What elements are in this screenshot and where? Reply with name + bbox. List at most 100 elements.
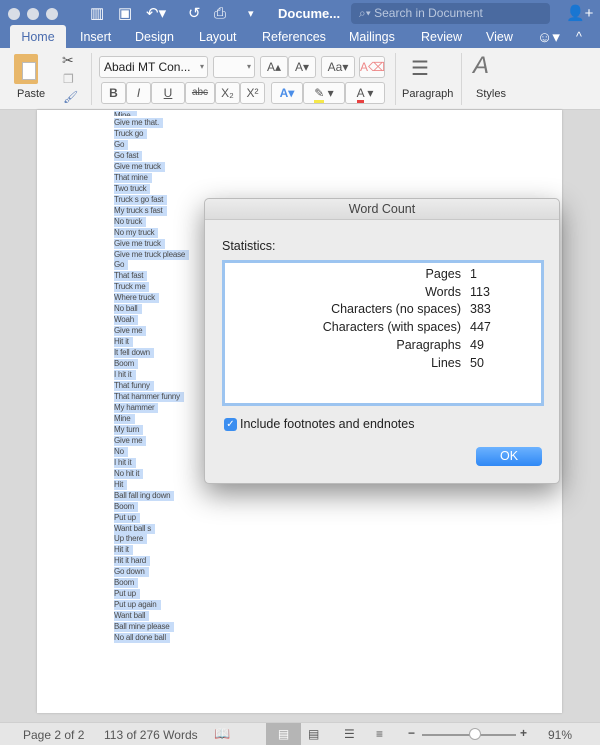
partial-line: Mine.	[114, 111, 137, 116]
underline-button[interactable]: U	[151, 82, 185, 104]
document-line: Put up	[114, 589, 140, 600]
tab-references[interactable]: References	[262, 30, 326, 44]
grow-font-button[interactable]: A▴	[260, 56, 288, 78]
minimize-window-button[interactable]	[27, 8, 39, 20]
save-icon[interactable]: ▣	[118, 5, 132, 23]
document-line: Give me that.	[114, 118, 163, 128]
include-footnotes-label[interactable]: Include footnotes and endnotes	[240, 417, 414, 431]
document-line: I hit it	[114, 370, 136, 381]
stat-label: Pages	[425, 267, 461, 281]
ok-button[interactable]: OK	[476, 447, 542, 466]
stat-value: 50	[470, 355, 484, 370]
search-input[interactable]: ⌕▾ Search in Document	[351, 3, 550, 24]
page-indicator[interactable]: Page 2 of 2	[23, 728, 84, 742]
italic-button[interactable]: I	[126, 82, 151, 104]
close-window-button[interactable]	[8, 8, 20, 20]
tab-design[interactable]: Design	[135, 30, 174, 44]
web-layout-view-icon[interactable]: ▤	[308, 727, 319, 741]
stat-value: 49	[470, 337, 484, 352]
document-line: Go	[114, 139, 129, 150]
dialog-title: Word Count	[205, 199, 559, 220]
include-footnotes-checkbox[interactable]: ✓	[224, 418, 237, 431]
search-icon: ⌕▾	[359, 6, 375, 20]
stat-value: 447	[470, 320, 491, 335]
document-line: That fast	[114, 271, 148, 282]
copy-icon[interactable]: ❐	[63, 72, 74, 86]
document-line: Where truck	[114, 293, 159, 304]
styles-button[interactable]: Styles	[476, 88, 506, 100]
stat-value: 1	[470, 267, 477, 281]
document-line: Give me truck	[114, 238, 165, 249]
draft-view-icon[interactable]: ≡	[376, 727, 383, 741]
document-line: Put up	[114, 512, 140, 523]
word-count-indicator[interactable]: 113 of 276 Words	[104, 728, 198, 742]
document-line: My truck s fast	[114, 205, 167, 216]
print-icon[interactable]: ⎙	[214, 5, 226, 23]
paragraph-button[interactable]: Paragraph	[402, 88, 453, 100]
paste-icon[interactable]	[14, 54, 38, 84]
document-line: Go	[114, 260, 129, 271]
text-effects-button[interactable]: A▾	[271, 82, 303, 104]
proofing-icon[interactable]: 📖	[214, 726, 230, 742]
zoom-out-button[interactable]: −	[408, 726, 415, 740]
tab-home[interactable]: Home	[10, 25, 66, 48]
print-layout-view-icon[interactable]: ▤	[266, 723, 301, 745]
smiley-feedback-icon[interactable]: ☺▾	[537, 28, 560, 46]
document-line: Give me	[114, 435, 147, 446]
zoom-slider-handle[interactable]	[469, 728, 482, 740]
tab-review[interactable]: Review	[421, 30, 462, 44]
document-line: Mine	[114, 413, 135, 424]
document-line: Truck me	[114, 282, 150, 293]
maximize-window-button[interactable]	[46, 8, 58, 20]
redo-icon[interactable]: ↺	[188, 5, 201, 23]
superscript-button[interactable]: X²	[240, 82, 265, 104]
format-painter-icon[interactable]: 🖌	[63, 90, 78, 104]
document-line: My hammer	[114, 402, 159, 413]
document-line: Give me truck please	[114, 249, 190, 260]
paragraph-icon[interactable]: ☰	[411, 56, 429, 81]
sidebar-icon[interactable]: ▥	[90, 5, 104, 23]
undo-icon[interactable]: ↶▾	[146, 5, 166, 23]
outline-view-icon[interactable]: ☰	[344, 727, 355, 741]
document-line: No	[114, 446, 128, 457]
stat-label: Words	[425, 284, 461, 299]
tab-mailings[interactable]: Mailings	[349, 30, 395, 44]
share-user-icon[interactable]: 👤+	[566, 5, 593, 23]
font-color-icon: A	[356, 86, 364, 103]
bold-button[interactable]: B	[101, 82, 126, 104]
customize-toolbar-icon[interactable]: ▾	[248, 5, 254, 23]
statistics-list: Pages 1 Words 113 Characters (no spaces) 383 C…	[222, 260, 544, 406]
highlight-button[interactable]: ✎ ▾	[303, 82, 345, 104]
font-size-select[interactable]: ▾	[213, 56, 255, 78]
ribbon: Paste ✂ ❐ 🖌 Abadi MT Con... ▾ ▾ A▴ A▾ Aa▾…	[0, 48, 600, 110]
document-line: Put up again	[114, 600, 161, 611]
change-case-button[interactable]: Aa▾	[321, 56, 355, 78]
collapse-ribbon-icon[interactable]: ^	[576, 30, 582, 44]
document-line: Want ball	[114, 611, 150, 622]
shrink-font-button[interactable]: A▾	[288, 56, 316, 78]
font-color-button[interactable]: A ▾	[345, 82, 385, 104]
document-line: Woah	[114, 315, 138, 326]
document-line: Truck s go fast	[114, 194, 168, 205]
tab-layout[interactable]: Layout	[199, 30, 237, 44]
subscript-button[interactable]: X₂	[215, 82, 240, 104]
styles-icon[interactable]: A	[473, 52, 489, 80]
statistics-heading: Statistics:	[222, 239, 276, 253]
tab-insert[interactable]: Insert	[80, 30, 111, 44]
title-bar: ▥ ▣ ↶▾ ↺ ⎙ ▾ Docume... ⌕▾ Search in Docu…	[0, 0, 600, 28]
clear-formatting-icon[interactable]: A⌫	[359, 56, 385, 78]
word-count-dialog: Word Count Statistics: Pages 1 Words 113 Cha…	[204, 198, 560, 484]
font-name-select[interactable]: Abadi MT Con... ▾	[99, 56, 208, 78]
document-line: Up there	[114, 534, 148, 545]
search-placeholder: Search in Document	[374, 6, 483, 20]
tab-view[interactable]: View	[486, 30, 513, 44]
zoom-level: 91%	[548, 728, 573, 742]
cut-icon[interactable]: ✂	[62, 52, 74, 69]
zoom-in-button[interactable]: +	[520, 726, 527, 740]
document-line: No ball	[114, 304, 142, 315]
document-line: No hit it	[114, 468, 144, 479]
strikethrough-button[interactable]: abc	[185, 82, 215, 104]
paste-button[interactable]: Paste	[17, 88, 45, 100]
document-line: I hit it	[114, 457, 136, 468]
document-line: My turn	[114, 424, 144, 435]
